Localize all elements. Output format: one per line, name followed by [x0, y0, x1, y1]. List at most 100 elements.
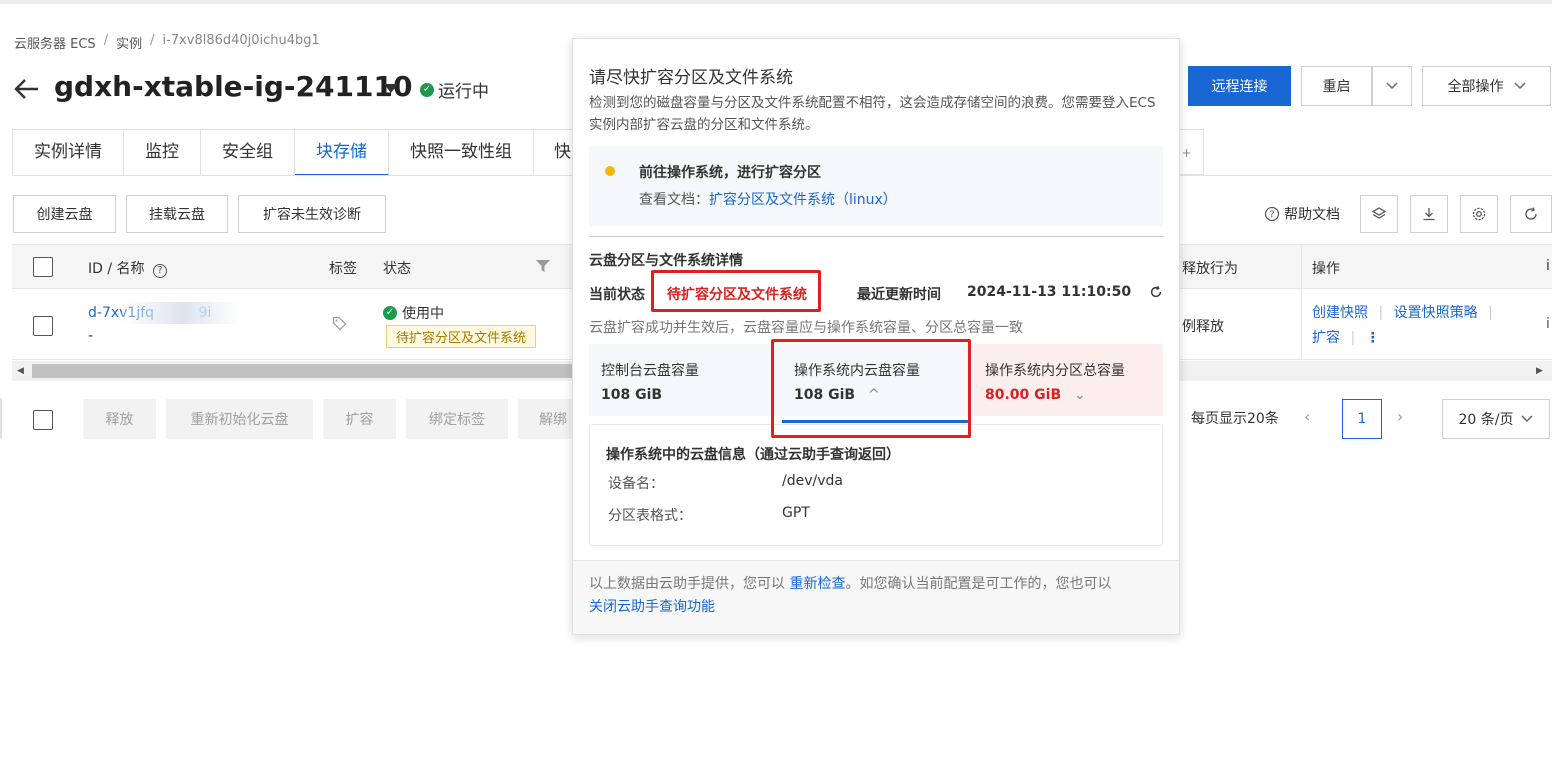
column-status: 状态: [383, 261, 411, 277]
expansion-diagnose-button[interactable]: 扩容未生效诊断: [238, 195, 386, 233]
restart-dropdown-button[interactable]: [1372, 66, 1412, 106]
os-partition-capacity-label: 操作系统内分区总容量: [985, 363, 1125, 379]
tag-icon[interactable]: [332, 316, 347, 331]
all-operations-label: 全部操作: [1447, 79, 1504, 95]
refresh-icon[interactable]: [1149, 285, 1163, 299]
mount-disk-button[interactable]: 挂载云盘: [126, 195, 228, 233]
breadcrumb: 云服务器 ECS / 实例 / i-7xv8l86d40j0ichu4bg1: [14, 33, 320, 52]
os-partition-capacity-number: 80.00 GiB: [985, 387, 1062, 403]
question-circle-icon: ?: [1264, 206, 1280, 222]
column-release-behavior: 释放行为: [1182, 261, 1238, 277]
top-border: [0, 0, 1552, 4]
more-actions-icon[interactable]: ⋮: [1366, 330, 1380, 346]
tab-block-storage[interactable]: 块存储: [295, 130, 389, 176]
console-capacity-label: 控制台云盘容量: [601, 363, 699, 379]
refresh-button[interactable]: [1510, 195, 1552, 233]
footer-text-2: 。如您确认当前配置是可工作的，您也可以: [845, 576, 1112, 592]
page-size-value: 20 条/页: [1458, 412, 1514, 428]
disk-status-text: 使用中: [402, 306, 444, 322]
layers-button[interactable]: [1360, 195, 1398, 233]
tab-security-group[interactable]: 安全组: [201, 130, 295, 176]
step-doc: 查看文档：扩容分区及文件系统（linux）: [639, 189, 897, 209]
annotation-box-os-capacity: [771, 339, 971, 438]
chevron-down-icon: ⌄: [1074, 387, 1086, 403]
all-operations-button[interactable]: 全部操作: [1422, 66, 1551, 106]
back-arrow-icon[interactable]: [12, 74, 42, 104]
page-1-button[interactable]: 1: [1342, 399, 1382, 439]
device-name-label: 设备名：: [608, 476, 664, 492]
last-updated-label: 最近更新时间: [857, 287, 941, 303]
breadcrumb-instances[interactable]: 实例: [116, 33, 142, 52]
disk-name: -: [88, 328, 94, 344]
select-all-checkbox[interactable]: [33, 257, 53, 277]
tab-snapshot-consistency-group[interactable]: 快照一致性组: [389, 130, 534, 176]
recheck-link[interactable]: 重新检查: [789, 576, 845, 592]
step-box: 前往操作系统，进行扩容分区 查看文档：扩容分区及文件系统（linux）: [589, 146, 1163, 226]
row-checkbox[interactable]: [33, 316, 53, 336]
tab-snapshot[interactable]: 快: [534, 130, 574, 176]
chevron-down-icon: [1386, 82, 1398, 90]
action-separator: |: [1488, 305, 1493, 321]
batch-select-checkbox[interactable]: [33, 410, 53, 430]
reinit-disk-button[interactable]: 重新初始化云盘: [166, 399, 313, 439]
device-name-value: /dev/vda: [782, 473, 843, 489]
os-partition-capacity-card[interactable]: 操作系统内分区总容量 80.00 GiB ⌄: [973, 344, 1163, 416]
remote-connect-button[interactable]: 远程连接: [1188, 66, 1291, 106]
layers-icon: [1371, 207, 1387, 219]
step-doc-label: 查看文档：: [639, 192, 709, 208]
filter-icon[interactable]: [536, 260, 550, 272]
bind-tag-button[interactable]: 绑定标签: [406, 399, 508, 439]
disk-status: ✓ 使用中: [383, 303, 444, 323]
download-button[interactable]: [1410, 195, 1448, 233]
batch-expand-button[interactable]: 扩容: [323, 399, 396, 439]
current-status-label: 当前状态: [589, 287, 645, 303]
settings-button[interactable]: [1460, 195, 1498, 233]
action-separator: |: [1350, 330, 1356, 346]
expand-link[interactable]: 扩容: [1312, 330, 1340, 346]
console-capacity-value: 108 GiB: [601, 387, 663, 403]
breadcrumb-current: i-7xv8l86d40j0ichu4bg1: [162, 33, 320, 48]
release-behavior-value: 例释放: [1182, 319, 1224, 335]
help-docs-link[interactable]: ? 帮助文档: [1264, 204, 1340, 224]
chevron-down-icon: [1513, 82, 1526, 90]
expand-doc-link[interactable]: 扩容分区及文件系统（linux）: [709, 192, 897, 208]
unbind-button[interactable]: 解绑: [518, 399, 572, 439]
column-more-indicator: i: [1546, 258, 1550, 274]
create-snapshot-link[interactable]: 创建快照: [1312, 305, 1368, 321]
instance-status-text: 运行中: [438, 82, 489, 102]
breadcrumb-ecs[interactable]: 云服务器 ECS: [14, 33, 96, 52]
column-more-indicator: i: [1546, 316, 1550, 332]
tab-monitoring[interactable]: 监控: [124, 130, 201, 176]
instance-status: ✓ 运行中: [420, 77, 489, 102]
scroll-right-icon[interactable]: ▶: [1536, 366, 1543, 376]
caret-down-icon[interactable]: [383, 82, 399, 94]
breadcrumb-separator: /: [103, 33, 109, 48]
row-actions: 创建快照 | 设置快照策略 |: [1312, 302, 1493, 322]
console-capacity-card: 控制台云盘容量 108 GiB: [589, 344, 782, 416]
tab-instance-details[interactable]: 实例详情: [13, 130, 124, 176]
page-size-select[interactable]: 20 条/页: [1442, 399, 1550, 439]
os-disk-info-box: 操作系统中的云盘信息（通过云助手查询返回） 设备名： /dev/vda 分区表格…: [589, 424, 1163, 546]
help-icon[interactable]: ?: [152, 264, 167, 278]
column-operations: 操作: [1312, 261, 1340, 277]
chevron-down-icon: [1521, 415, 1534, 423]
restart-button[interactable]: 重启: [1301, 66, 1372, 106]
pending-expansion-tag[interactable]: 待扩容分区及文件系统: [386, 325, 537, 348]
popover-divider: [589, 236, 1164, 237]
snapshot-policy-link[interactable]: 设置快照策略: [1394, 305, 1478, 321]
footer-text-1: 以上数据由云助手提供，您可以: [589, 576, 790, 592]
popover-title: 请尽快扩容分区及文件系统: [589, 68, 793, 88]
release-button[interactable]: 释放: [83, 399, 156, 439]
disable-assistant-query-link[interactable]: 关闭云助手查询功能: [589, 599, 715, 615]
prev-page-icon[interactable]: ‹: [1304, 407, 1310, 426]
footer-text: 以上数据由云助手提供，您可以 重新检查。如您确认当前配置是可工作的，您也可以关闭…: [589, 573, 1164, 619]
next-page-icon[interactable]: ›: [1397, 407, 1403, 426]
expansion-popover: 请尽快扩容分区及文件系统 检测到您的磁盘容量与分区及文件系统配置不相符，这会造成…: [572, 38, 1180, 635]
scroll-left-icon[interactable]: ◀: [17, 366, 24, 376]
column-id-label: ID / 名称: [88, 261, 145, 277]
tab-bar: 实例详情 监控 安全组 块存储 快照一致性组 快: [12, 129, 575, 176]
breadcrumb-separator: /: [150, 33, 155, 48]
scrollbar-thumb[interactable]: [32, 364, 572, 378]
svg-text:?: ?: [1269, 210, 1274, 221]
create-disk-button[interactable]: 创建云盘: [13, 195, 116, 233]
